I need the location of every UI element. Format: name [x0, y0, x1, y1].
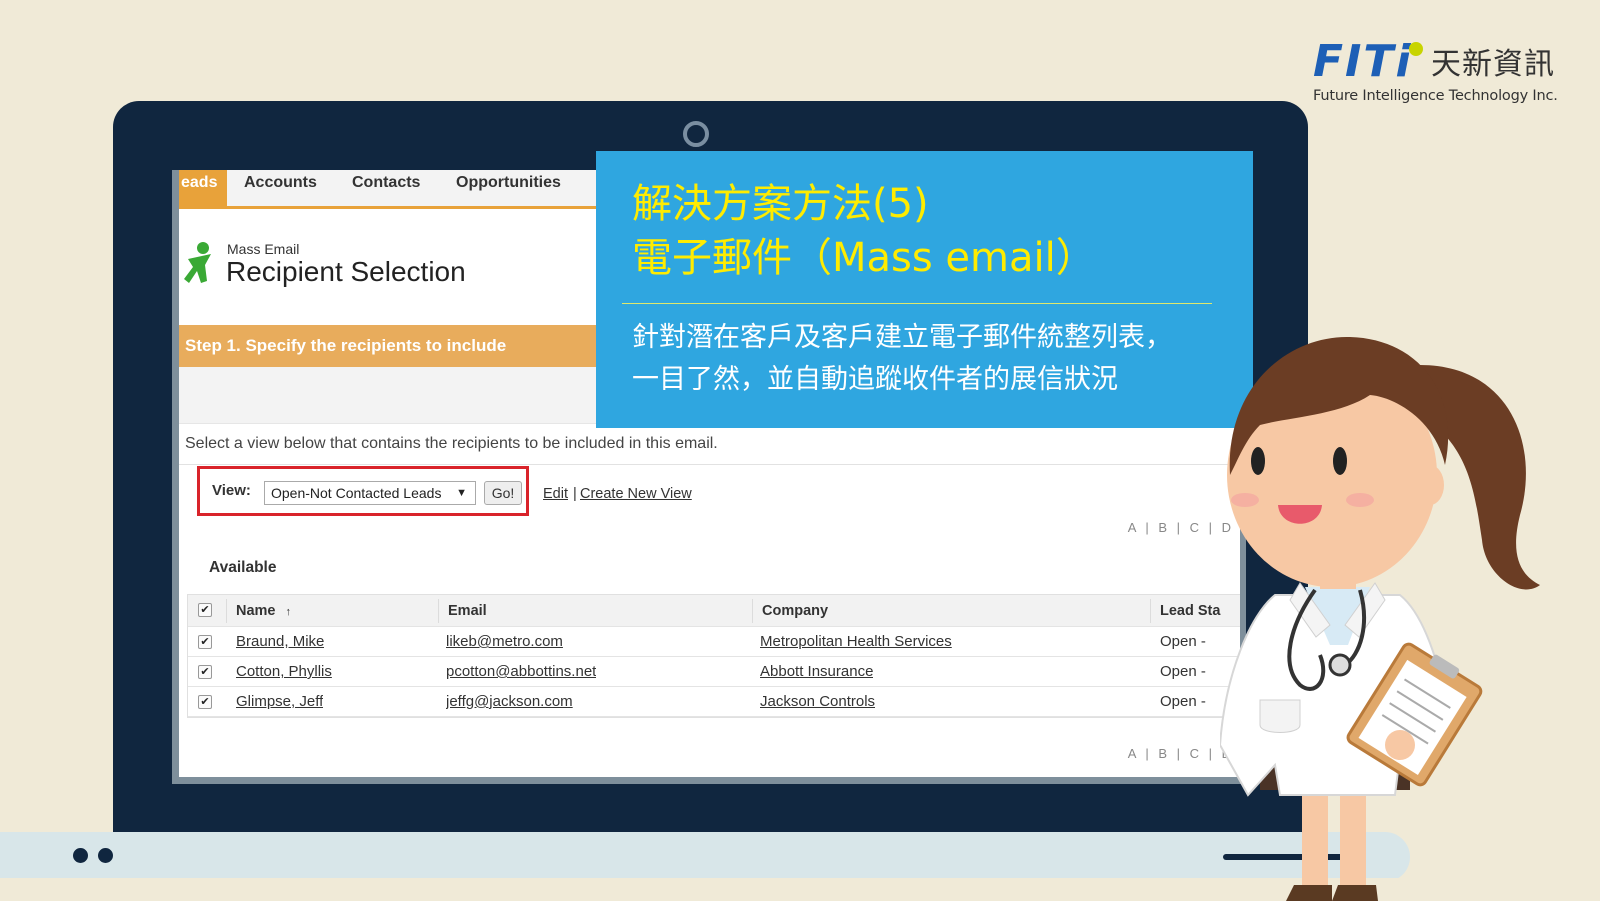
tab-opportunities[interactable]: Opportunities — [456, 170, 561, 208]
lead-company-link[interactable]: Jackson Controls — [760, 687, 875, 716]
view-label: View: — [212, 482, 251, 499]
table-row: ✔ Cotton, Phyllis pcotton@abbottins.net … — [188, 657, 1240, 687]
divider — [179, 464, 1240, 465]
callout-body: 針對潛在客戶及客戶建立電子郵件統整列表， 一目了然，並自動追蹤收件者的展信狀況 — [632, 317, 1172, 401]
step-title: Step 1. Specify the recipients to includ… — [185, 336, 507, 355]
logo-chinese-name: 天新資訊 — [1431, 47, 1555, 82]
lead-name-link[interactable]: Braund, Mike — [236, 627, 324, 656]
tab-contacts[interactable]: Contacts — [352, 170, 420, 208]
column-header-email[interactable]: Email — [448, 595, 487, 626]
logo-dot-icon — [1409, 42, 1423, 56]
table-header-row: ✔ Name ↑ Email Company Lead Sta — [188, 595, 1240, 627]
tab-accounts[interactable]: Accounts — [244, 170, 317, 208]
doctor-character-illustration — [1220, 336, 1540, 901]
view-dropdown[interactable]: Open-Not Contacted Leads ▼ — [264, 481, 476, 505]
view-dropdown-value: Open-Not Contacted Leads — [271, 485, 442, 501]
column-header-label: Name — [236, 603, 276, 619]
tab-label: Opportunities — [456, 174, 561, 191]
logo-english-name: Future Intelligence Technology Inc. — [1313, 88, 1558, 104]
info-callout: 解決方案方法(5) 電子郵件（Mass email） 針對潛在客戶及客戶建立電子… — [596, 151, 1253, 428]
edit-view-link[interactable]: Edit — [543, 486, 568, 502]
callout-title: 解決方案方法(5) 電子郵件（Mass email） — [632, 177, 1096, 285]
recipients-table: ✔ Name ↑ Email Company Lead Sta ✔ Braund… — [187, 594, 1240, 718]
sort-ascending-icon: ↑ — [285, 606, 292, 618]
column-header-company[interactable]: Company — [762, 595, 828, 626]
select-all-checkbox[interactable]: ✔ — [198, 603, 212, 617]
create-new-view-link[interactable]: Create New View — [580, 486, 692, 502]
link-separator: | — [573, 486, 577, 502]
column-header-name[interactable]: Name ↑ — [236, 595, 291, 626]
dropdown-arrow-icon: ▼ — [456, 487, 467, 499]
lead-name-link[interactable]: Cotton, Phyllis — [236, 657, 332, 686]
alphabet-filter-bottom[interactable]: A | B | C | D — [1128, 746, 1234, 761]
tab-label: Accounts — [244, 174, 317, 191]
logo-mark: FITi — [1313, 36, 1413, 87]
lead-email-link[interactable]: jeffg@jackson.com — [446, 687, 573, 716]
recipient-panel: Select a view below that contains the re… — [179, 423, 1240, 777]
row-checkbox[interactable]: ✔ — [198, 695, 212, 709]
column-separator — [752, 599, 753, 623]
callout-body-line1: 針對潛在客戶及客戶建立電子郵件統整列表， — [632, 322, 1172, 353]
page-title: Recipient Selection — [226, 256, 466, 287]
callout-divider — [622, 303, 1212, 304]
indicator-light-icon — [73, 848, 88, 863]
column-separator — [438, 599, 439, 623]
lead-email-link[interactable]: pcotton@abbottins.net — [446, 657, 596, 686]
go-button[interactable]: Go! — [484, 481, 522, 505]
lead-company-link[interactable]: Metropolitan Health Services — [760, 627, 952, 656]
mass-email-mascot-icon — [184, 242, 211, 283]
table-row: ✔ Glimpse, Jeff jeffg@jackson.com Jackso… — [188, 687, 1240, 717]
lead-email-link[interactable]: likeb@metro.com — [446, 627, 563, 656]
tab-leads[interactable]: eads — [179, 170, 227, 208]
row-checkbox[interactable]: ✔ — [198, 635, 212, 649]
indicator-light-icon — [98, 848, 113, 863]
table-row: ✔ Braund, Mike likeb@metro.com Metropoli… — [188, 627, 1240, 657]
tab-label: eads — [181, 174, 218, 191]
tab-label: Contacts — [352, 174, 421, 191]
view-selector-highlight: View: Open-Not Contacted Leads ▼ Go! — [197, 466, 529, 516]
alphabet-filter[interactable]: A | B | C | D — [1128, 520, 1234, 535]
column-separator — [226, 599, 227, 623]
callout-title-line1: 解決方案方法(5) — [632, 181, 929, 227]
callout-title-line2: 電子郵件（Mass email） — [632, 235, 1096, 281]
laptop-shadow — [0, 878, 1410, 901]
available-label: Available — [209, 559, 277, 576]
laptop-base — [0, 832, 1410, 882]
lead-name-link[interactable]: Glimpse, Jeff — [236, 687, 323, 716]
section-label: Mass Email — [227, 241, 300, 257]
callout-body-line2: 一目了然，並自動追蹤收件者的展信狀況 — [632, 364, 1118, 395]
row-checkbox[interactable]: ✔ — [198, 665, 212, 679]
column-separator — [1150, 599, 1151, 623]
camera-icon — [683, 121, 709, 147]
instruction-text: Select a view below that contains the re… — [185, 435, 718, 452]
company-logo: FITi 天新資訊 Future Intelligence Technology… — [1313, 40, 1563, 110]
lead-company-link[interactable]: Abbott Insurance — [760, 657, 873, 686]
